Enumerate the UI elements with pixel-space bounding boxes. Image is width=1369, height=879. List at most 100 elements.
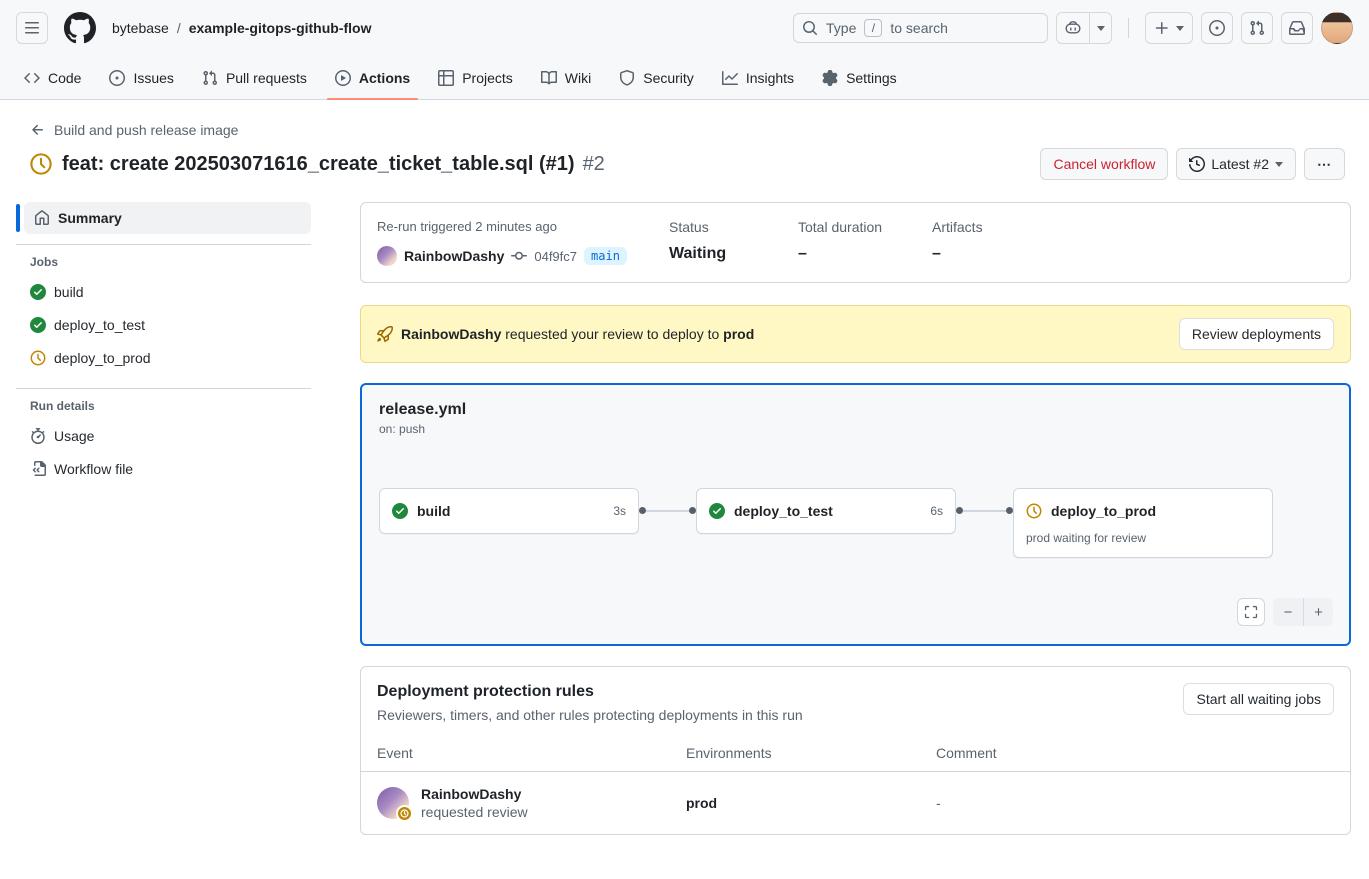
copilot-button[interactable] bbox=[1057, 13, 1089, 43]
shield-icon bbox=[619, 70, 635, 86]
chevron-down-icon bbox=[1097, 26, 1105, 31]
commit-sha[interactable]: 04f9fc7 bbox=[534, 249, 577, 264]
node-label: deploy_to_prod bbox=[1051, 503, 1156, 519]
git-commit-icon bbox=[511, 248, 527, 264]
trigger-info: Re-run triggered 2 minutes ago RainbowDa… bbox=[377, 219, 669, 266]
sidebar-run-details-header: Run details bbox=[16, 399, 311, 413]
notifications-button[interactable] bbox=[1281, 12, 1313, 44]
gear-icon bbox=[822, 70, 838, 86]
banner-actor: RainbowDashy bbox=[401, 326, 501, 342]
tab-pull-requests[interactable]: Pull requests bbox=[194, 56, 315, 99]
run-title-row: feat: create 202503071616_create_ticket_… bbox=[30, 148, 1345, 180]
tab-label: Insights bbox=[746, 70, 794, 86]
back-link-label: Build and push release image bbox=[54, 122, 238, 138]
start-all-waiting-jobs-button[interactable]: Start all waiting jobs bbox=[1183, 683, 1334, 715]
breadcrumb-separator: / bbox=[177, 20, 181, 36]
screen-full-icon bbox=[1244, 605, 1258, 619]
sidebar-job-build[interactable]: build bbox=[16, 275, 311, 308]
workflow-file-name: release.yml bbox=[379, 401, 1332, 419]
chevron-down-icon bbox=[1275, 162, 1283, 167]
actor-avatar[interactable] bbox=[377, 246, 397, 266]
connector-dot bbox=[639, 507, 646, 514]
banner-environment: prod bbox=[723, 326, 754, 342]
reviewer-name[interactable]: RainbowDashy bbox=[421, 786, 528, 802]
sidebar-item-usage[interactable]: Usage bbox=[16, 419, 311, 452]
node-label: deploy_to_test bbox=[734, 503, 833, 519]
event-description: requested review bbox=[421, 804, 528, 820]
pull-requests-button[interactable] bbox=[1241, 12, 1273, 44]
sidebar-job-deploy-to-prod[interactable]: deploy_to_prod bbox=[16, 341, 311, 374]
rules-header: Deployment protection rules Reviewers, t… bbox=[361, 667, 1350, 739]
zoom-in-button[interactable]: + bbox=[1303, 598, 1333, 626]
workflow-graph-card[interactable]: release.yml on: push build 3s bbox=[360, 383, 1351, 646]
node-build[interactable]: build 3s bbox=[379, 488, 639, 534]
breadcrumb-owner[interactable]: bytebase bbox=[112, 20, 169, 36]
hamburger-icon bbox=[24, 20, 40, 36]
run-detail-label: Usage bbox=[54, 428, 94, 444]
play-icon bbox=[335, 70, 351, 86]
comment-cell: - bbox=[936, 795, 1334, 811]
sidebar-item-workflow-file[interactable]: Workflow file bbox=[16, 452, 311, 485]
tab-projects[interactable]: Projects bbox=[430, 56, 521, 99]
tab-issues[interactable]: Issues bbox=[101, 56, 181, 99]
review-request-banner: RainbowDashy requested your review to de… bbox=[360, 305, 1351, 363]
search-icon bbox=[802, 20, 818, 36]
run-sidebar: Summary Jobs build deploy_to_test deploy… bbox=[16, 202, 311, 835]
more-options-button[interactable]: ⋯ bbox=[1304, 148, 1345, 180]
sidebar-job-deploy-to-test[interactable]: deploy_to_test bbox=[16, 308, 311, 341]
reviewer-avatar[interactable] bbox=[377, 787, 409, 819]
cancel-workflow-button[interactable]: Cancel workflow bbox=[1040, 148, 1168, 180]
create-new-button[interactable] bbox=[1145, 12, 1193, 44]
tab-insights[interactable]: Insights bbox=[714, 56, 802, 99]
rules-table-header: Event Environments Comment bbox=[361, 739, 1350, 772]
tab-code[interactable]: Code bbox=[16, 56, 89, 99]
copilot-dropdown-button[interactable] bbox=[1089, 13, 1111, 43]
table-row: RainbowDashy requested review prod - bbox=[361, 772, 1350, 834]
check-circle-icon bbox=[392, 503, 408, 519]
hamburger-menu-button[interactable] bbox=[16, 12, 48, 44]
run-detail-label: Workflow file bbox=[54, 461, 133, 477]
tab-settings[interactable]: Settings bbox=[814, 56, 905, 99]
issues-button[interactable] bbox=[1201, 12, 1233, 44]
artifacts-column: Artifacts – bbox=[932, 219, 983, 266]
latest-run-button[interactable]: Latest #2 bbox=[1176, 148, 1296, 180]
tab-actions[interactable]: Actions bbox=[327, 56, 418, 99]
status-label: Status bbox=[669, 219, 798, 235]
graph-controls: − + bbox=[1237, 598, 1333, 626]
run-actions: Cancel workflow Latest #2 ⋯ bbox=[1040, 148, 1345, 180]
tab-label: Wiki bbox=[565, 70, 591, 86]
branch-badge[interactable]: main bbox=[584, 247, 627, 265]
node-deploy-to-test[interactable]: deploy_to_test 6s bbox=[696, 488, 956, 534]
node-deploy-to-prod[interactable]: deploy_to_prod prod waiting for review bbox=[1013, 488, 1273, 558]
tab-wiki[interactable]: Wiki bbox=[533, 56, 599, 99]
github-logo[interactable] bbox=[64, 12, 96, 44]
review-deployments-button[interactable]: Review deployments bbox=[1179, 318, 1334, 350]
breadcrumb-repo[interactable]: example-gitops-github-flow bbox=[189, 20, 372, 36]
clock-waiting-icon bbox=[1026, 503, 1042, 519]
arrow-left-icon bbox=[30, 122, 46, 138]
actor-name[interactable]: RainbowDashy bbox=[404, 248, 504, 264]
back-to-workflow-link[interactable]: Build and push release image bbox=[30, 122, 238, 138]
environment-cell: prod bbox=[686, 795, 936, 811]
connector-line bbox=[646, 510, 689, 512]
workflow-trigger: on: push bbox=[379, 422, 1332, 436]
tab-security[interactable]: Security bbox=[611, 56, 702, 99]
fullscreen-button[interactable] bbox=[1237, 598, 1265, 626]
header-divider bbox=[1128, 18, 1129, 38]
user-avatar[interactable] bbox=[1321, 12, 1353, 44]
git-pull-request-icon bbox=[1249, 20, 1265, 36]
sidebar-divider bbox=[16, 388, 311, 389]
zoom-out-button[interactable]: − bbox=[1273, 598, 1303, 626]
artifacts-value: – bbox=[932, 245, 983, 263]
search-placeholder-suffix: to search bbox=[890, 20, 948, 36]
search-placeholder-prefix: Type bbox=[826, 20, 856, 36]
job-label: deploy_to_test bbox=[54, 317, 145, 333]
file-code-icon bbox=[30, 461, 46, 477]
column-header-environments: Environments bbox=[686, 745, 936, 761]
search-input[interactable]: Type / to search bbox=[793, 13, 1048, 43]
tab-label: Projects bbox=[462, 70, 513, 86]
sidebar-item-summary[interactable]: Summary bbox=[24, 202, 311, 234]
job-label: build bbox=[54, 284, 84, 300]
repo-nav-tabs: Code Issues Pull requests Actions Projec… bbox=[0, 56, 1369, 99]
slash-keycap: / bbox=[864, 19, 882, 37]
